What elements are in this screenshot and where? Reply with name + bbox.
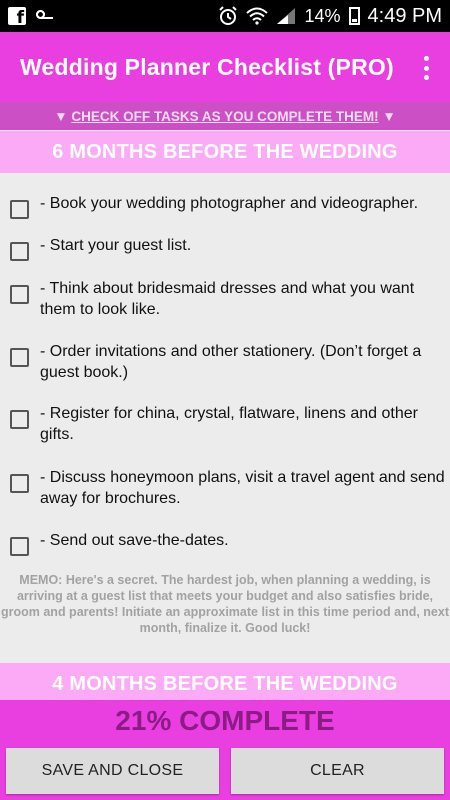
system-icons: 14% 4:49 PM xyxy=(218,5,442,28)
notification-icons xyxy=(8,7,58,28)
battery-percentage: 14% xyxy=(304,5,341,26)
wifi-icon xyxy=(246,7,269,25)
alarm-icon xyxy=(219,6,238,25)
instruction-banner: ▼ CHECK OFF TASKS AS YOU COMPLETE THEM! … xyxy=(0,102,450,130)
progress-label: 21% COMPLETE xyxy=(115,705,335,736)
task-checkbox[interactable] xyxy=(10,200,29,219)
task-text: - Think about bridesmaid dresses and wha… xyxy=(40,280,415,318)
app-bar: Wedding Planner Checklist (PRO) xyxy=(0,32,450,102)
clock: 4:49 PM xyxy=(367,4,442,27)
bottom-panel: 21% COMPLETE SAVE AND CLOSE CLEAR xyxy=(0,700,450,800)
section-header-6-months: 6 MONTHS BEFORE THE WEDDING xyxy=(0,131,450,173)
voicemail-icon xyxy=(36,10,58,22)
memo-text: MEMO: Here's a secret. The hardest job, … xyxy=(1,573,449,635)
app-title: Wedding Planner Checklist (PRO) xyxy=(20,53,394,80)
instruction-text: CHECK OFF TASKS AS YOU COMPLETE THEM! xyxy=(71,108,379,124)
overflow-menu-icon[interactable] xyxy=(424,56,430,80)
instruction-prefix: ▼ xyxy=(54,108,68,124)
task-text: - Start your guest list. xyxy=(40,237,192,254)
task-text: - Send out save-the-dates. xyxy=(40,532,229,549)
facebook-icon xyxy=(8,7,26,28)
status-bar: 14% 4:49 PM xyxy=(0,0,450,32)
task-checkbox[interactable] xyxy=(10,348,29,367)
instruction-suffix: ▼ xyxy=(382,108,396,124)
clear-button[interactable]: CLEAR xyxy=(231,748,444,794)
section-header-4-months: 4 MONTHS BEFORE THE WEDDING xyxy=(0,663,450,705)
task-text: - Order invitations and other stationery… xyxy=(40,343,422,381)
task-text: - Register for china, crystal, flatware,… xyxy=(40,405,418,443)
task-text: - Book your wedding photographer and vid… xyxy=(40,195,419,212)
cell-signal-icon xyxy=(277,8,296,24)
task-text: - Discuss honeymoon plans, visit a trave… xyxy=(40,469,445,507)
task-checkbox[interactable] xyxy=(10,537,29,556)
task-checkbox[interactable] xyxy=(10,285,29,304)
save-and-close-button[interactable]: SAVE AND CLOSE xyxy=(6,748,219,794)
battery-icon xyxy=(348,7,360,25)
task-checkbox[interactable] xyxy=(10,474,29,493)
task-checkbox[interactable] xyxy=(10,242,29,261)
task-checkbox[interactable] xyxy=(10,410,29,429)
